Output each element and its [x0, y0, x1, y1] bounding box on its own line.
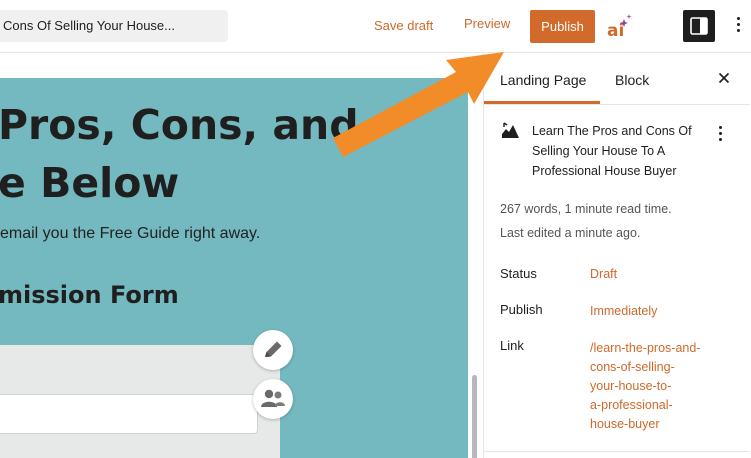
- users-icon: [261, 389, 285, 407]
- form-input-field[interactable]: [0, 394, 258, 434]
- permalink-line: house-buyer: [590, 417, 660, 431]
- permalink-line: a-professional-: [590, 398, 673, 412]
- landing-page-icon: [501, 121, 521, 139]
- publish-button[interactable]: Publish: [530, 10, 595, 43]
- link-label: Link: [500, 338, 524, 353]
- tab-block[interactable]: Block: [615, 72, 649, 88]
- form-heading[interactable]: mission Form: [0, 281, 179, 309]
- preview-button[interactable]: Preview: [464, 16, 510, 31]
- hero-title-line-1: Pros, Cons, and: [0, 101, 359, 149]
- hero-subtitle[interactable]: email you the Free Guide right away.: [0, 225, 260, 243]
- status-label: Status: [500, 266, 537, 281]
- hero-title-line-2: e Below: [0, 159, 180, 207]
- sidebar-tabs: Landing Page Block: [484, 53, 750, 105]
- publish-label: Publish: [500, 302, 543, 317]
- publish-date-value[interactable]: Immediately: [590, 304, 657, 318]
- pencil-icon: [265, 341, 282, 357]
- word-count: 267 words, 1 minute read time.: [500, 202, 672, 216]
- permalink-value[interactable]: /learn-the-pros-and- cons-of-selling- yo…: [590, 339, 720, 434]
- editor-canvas: Pros, Cons, and e Below email you the Fr…: [0, 53, 483, 458]
- last-edited: Last edited a minute ago.: [500, 226, 641, 240]
- tab-landing-page[interactable]: Landing Page: [500, 72, 586, 88]
- sidebar-toggle-icon: [690, 17, 708, 35]
- document-title: Learn The Pros and Cons Of Selling Your …: [532, 124, 692, 178]
- form-users-button[interactable]: [253, 379, 293, 419]
- active-tab-indicator: [484, 101, 600, 104]
- permalink-line: your-house-to-: [590, 379, 672, 393]
- ai-sparkle-icon[interactable]: ai: [606, 13, 634, 41]
- sidebar-divider: [484, 451, 750, 452]
- close-icon[interactable]: [716, 70, 732, 86]
- permalink-line: /learn-the-pros-and-: [590, 341, 701, 355]
- settings-sidebar: Landing Page Block Learn The Pros and Co…: [483, 53, 751, 458]
- permalink-line: cons-of-selling-: [590, 360, 675, 374]
- document-options-icon[interactable]: [714, 123, 726, 145]
- more-options-icon[interactable]: [732, 14, 744, 38]
- edit-form-button[interactable]: [253, 330, 293, 370]
- sidebar-toggle-button[interactable]: [683, 10, 715, 42]
- status-value[interactable]: Draft: [590, 267, 617, 281]
- hero-title[interactable]: Pros, Cons, and e Below: [0, 96, 458, 212]
- ai-label: ai: [607, 21, 624, 39]
- canvas-scrollbar[interactable]: [472, 375, 477, 458]
- save-draft-button[interactable]: Save draft: [374, 18, 433, 33]
- editor-top-bar: Cons Of Selling Your House... Save draft…: [0, 0, 751, 53]
- document-title-bar[interactable]: Cons Of Selling Your House...: [0, 10, 228, 42]
